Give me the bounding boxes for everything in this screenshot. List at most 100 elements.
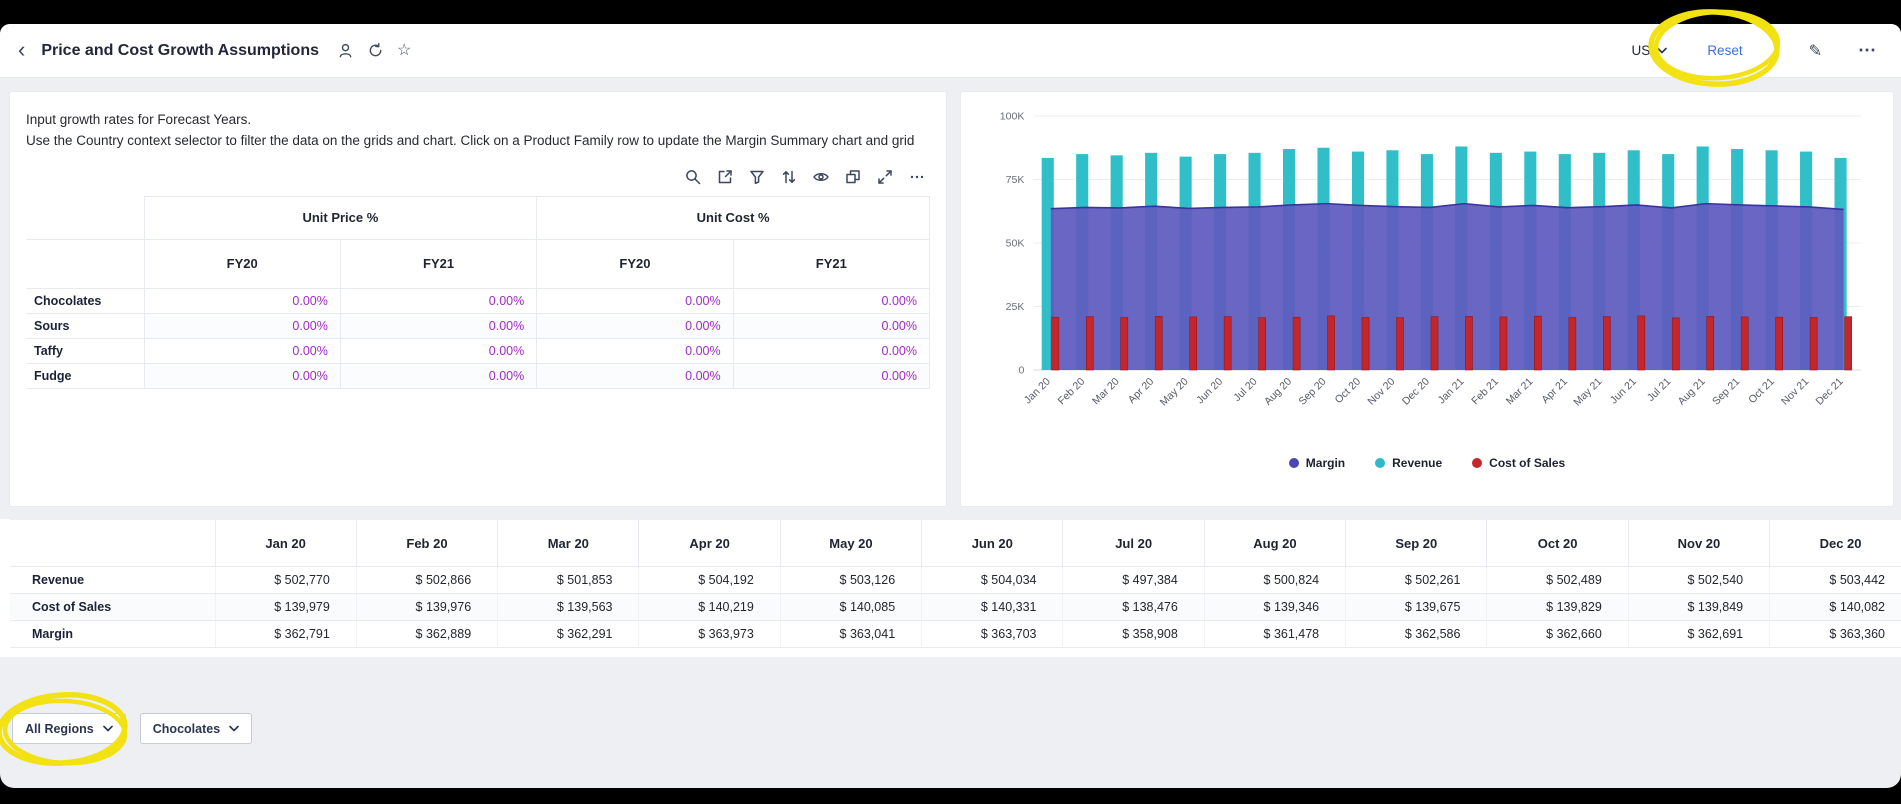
summary-value-cell: $ 139,976 [355,593,498,621]
summary-value-cell: $ 362,691 [1627,620,1770,648]
svg-text:Oct 21: Oct 21 [1746,376,1777,406]
growth-input-cell[interactable]: 0.00% [143,337,341,364]
svg-text:Feb 21: Feb 21 [1469,376,1501,408]
growth-input-cell[interactable]: 0.00% [339,337,538,364]
summary-value-cell: $ 503,126 [779,566,922,594]
context-selectors: All Regions Chocolates [12,713,253,744]
summary-value-cell: $ 138,476 [1062,593,1205,621]
month-column-header: May 20 [779,519,922,567]
svg-text:Jan 20: Jan 20 [1022,376,1053,407]
growth-input-cell[interactable]: 0.00% [536,287,734,314]
growth-grid-row[interactable]: Chocolates 0.00% 0.00% 0.00% 0.00% [26,287,931,314]
month-column-header: Jan 20 [214,519,357,567]
summary-value-cell: $ 362,291 [497,620,639,648]
growth-input-cell[interactable]: 0.00% [536,362,734,389]
country-context-selector[interactable]: US [1623,37,1676,64]
fiscal-year-column-header: FY20 [536,238,734,289]
growth-input-cell[interactable]: 0.00% [732,312,931,339]
margin-summary-grid: Jan 20 Feb 20 Mar 20 Apr 20 May 20 Jun 20 Jul … [10,519,1901,648]
summary-value-cell: $ 362,889 [355,620,498,648]
region-selector[interactable]: All Regions [12,713,126,744]
month-column-header: Sep 20 [1345,519,1487,567]
corner-cell [26,196,145,240]
product-family-label[interactable]: Fudge [26,362,145,389]
growth-input-cell[interactable]: 0.00% [339,362,538,389]
product-selector-label: Chocolates [152,721,221,736]
search-icon[interactable] [684,168,702,186]
svg-text:Nov 20: Nov 20 [1365,376,1397,408]
summary-value-cell: $ 363,360 [1769,620,1901,648]
month-column-header: Mar 20 [497,519,639,567]
export-icon[interactable] [716,168,734,186]
growth-input-cell[interactable]: 0.00% [143,312,341,339]
legend-item-margin[interactable]: Margin [1288,456,1345,470]
edit-pencil-icon[interactable]: ✎ [1803,40,1828,62]
growth-input-cell[interactable]: 0.00% [732,337,931,364]
region-selector-label: All Regions [25,721,94,736]
legend-dot [1375,458,1386,468]
svg-text:May 20: May 20 [1158,376,1191,409]
growth-input-cell[interactable]: 0.00% [536,312,734,339]
summary-value-cell: $ 140,085 [779,593,922,621]
growth-input-cell[interactable]: 0.00% [143,362,341,389]
user-icon[interactable] [337,42,354,59]
svg-text:Dec 21: Dec 21 [1813,376,1845,408]
summary-value-cell: $ 139,563 [497,593,639,621]
product-family-label[interactable]: Taffy [26,337,145,364]
margin-summary-chart: 0 25K 50K 75K 100K Jan 20 Feb 20 Mar 20 Apr 20 Ma… [973,102,1881,454]
legend-item-cost-of-sales[interactable]: Cost of Sales [1472,456,1565,470]
svg-text:Mar 20: Mar 20 [1090,376,1122,408]
refresh-icon[interactable] [367,42,384,59]
product-family-label[interactable]: Chocolates [26,287,145,314]
summary-value-cell: $ 139,979 [214,593,357,621]
summary-value-cell: $ 362,586 [1345,620,1487,648]
month-column-header: Jun 20 [921,519,1063,567]
month-column-header: Apr 20 [638,519,781,567]
svg-text:Nov 21: Nov 21 [1779,376,1811,408]
summary-value-cell: $ 503,442 [1769,566,1901,594]
growth-grid-row[interactable]: Taffy 0.00% 0.00% 0.00% 0.00% [26,337,931,364]
app-window: ‹ Price and Cost Growth Assumptions ☆ US [0,0,1901,804]
svg-text:Jul 21: Jul 21 [1645,376,1674,404]
product-family-label[interactable]: Sours [26,312,145,339]
summary-grid-row: Revenue $ 502,770 $ 502,866 $ 501,853 $ 504,… [10,566,1901,594]
legend-dot [1288,458,1299,468]
column-group-unit-cost: Unit Cost % [536,195,930,240]
duplicate-icon[interactable] [844,168,862,186]
month-column-header: Jul 20 [1062,519,1205,567]
more-menu-icon[interactable]: ⋯ [1852,39,1883,62]
summary-value-cell: $ 363,703 [921,620,1063,648]
product-selector[interactable]: Chocolates [139,713,253,744]
svg-text:0: 0 [1019,365,1025,377]
svg-text:Jul 20: Jul 20 [1231,376,1260,404]
reset-button[interactable]: Reset [1701,42,1748,59]
growth-grid-row[interactable]: Fudge 0.00% 0.00% 0.00% 0.00% [26,362,931,389]
growth-input-cell[interactable]: 0.00% [536,337,734,364]
svg-text:Apr 21: Apr 21 [1539,376,1570,406]
growth-input-cell[interactable]: 0.00% [339,287,538,314]
grid-more-icon[interactable] [908,168,926,186]
page-header: ‹ Price and Cost Growth Assumptions ☆ US [0,24,1901,78]
visibility-eye-icon[interactable] [812,168,830,186]
filter-icon[interactable] [748,168,766,186]
growth-input-cell[interactable]: 0.00% [732,287,931,314]
back-button[interactable]: ‹ [18,38,31,63]
summary-value-cell: $ 140,331 [921,593,1063,621]
svg-text:50K: 50K [1006,238,1025,250]
growth-input-cell[interactable]: 0.00% [732,362,931,389]
summary-value-cell: $ 361,478 [1203,620,1346,648]
measure-label: Revenue [10,566,215,594]
growth-input-cell[interactable]: 0.00% [339,312,538,339]
sort-icon[interactable] [780,168,798,186]
legend-item-revenue[interactable]: Revenue [1375,456,1442,470]
svg-text:100K: 100K [1000,111,1025,123]
svg-text:Sep 21: Sep 21 [1710,376,1742,408]
favorite-star-icon[interactable]: ☆ [397,42,411,59]
growth-grid-row[interactable]: Sours 0.00% 0.00% 0.00% 0.00% [26,312,931,339]
page-title: Price and Cost Growth Assumptions [41,41,319,59]
fullscreen-icon[interactable] [876,168,894,186]
growth-input-cell[interactable]: 0.00% [143,287,341,314]
month-column-header: Dec 20 [1769,519,1901,567]
summary-value-cell: $ 362,660 [1486,620,1629,648]
fiscal-year-column-header: FY20 [143,238,341,289]
